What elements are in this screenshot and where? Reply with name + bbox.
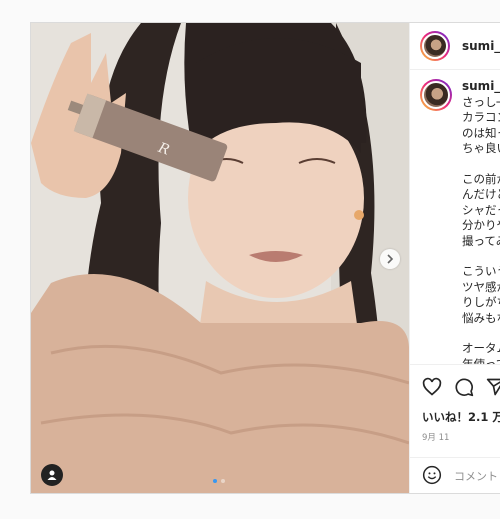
post-sidebar: sumi__m sumi__m さっし─ カラコン のは知っ ちゃ良い この前が…: [409, 23, 500, 493]
post-actions: いいね！2.1 万件 9月 11: [410, 364, 500, 493]
comment-bar: [410, 457, 500, 493]
carousel-dot-1: [213, 479, 217, 483]
likes-count[interactable]: いいね！2.1 万件: [410, 401, 500, 425]
caption-username[interactable]: sumi__m: [462, 79, 500, 95]
comment-icon[interactable]: [454, 377, 474, 401]
next-photo-button[interactable]: [380, 249, 400, 269]
carousel-indicator: [213, 479, 225, 483]
caption-text: sumi__m さっし─ カラコン のは知っ ちゃ良い この前が んだけど シャ…: [462, 79, 500, 403]
carousel-dot-2: [221, 479, 225, 483]
caption-avatar[interactable]: [420, 79, 452, 111]
instagram-post: R sumi__m sumi__m さっし─ カラコン のは知っ ちゃ良い: [30, 22, 500, 494]
chevron-right-icon: [385, 254, 395, 264]
emoji-icon[interactable]: [422, 465, 442, 489]
post-header: sumi__m: [410, 23, 500, 70]
post-date: 9月 11: [422, 433, 450, 443]
heart-icon[interactable]: [422, 377, 442, 401]
share-icon[interactable]: [486, 377, 500, 401]
comment-input[interactable]: [452, 469, 500, 484]
avatar[interactable]: [420, 31, 450, 61]
user-tag-button[interactable]: [41, 464, 63, 486]
user-tag-icon: [46, 469, 58, 481]
caption-paragraph: こういう ツヤ感が りしがち 悩みもな: [462, 264, 500, 325]
caption-paragraph: この前が んだけど シャだっ 分かりや 撮ってみ: [462, 171, 500, 248]
header-username[interactable]: sumi__m: [462, 39, 500, 53]
caption: sumi__m さっし─ カラコン のは知っ ちゃ良い この前が んだけど シャ…: [420, 79, 500, 403]
caption-paragraph: さっし─ カラコン のは知っ ちゃ良い: [462, 94, 500, 156]
post-photo[interactable]: R: [31, 23, 409, 493]
